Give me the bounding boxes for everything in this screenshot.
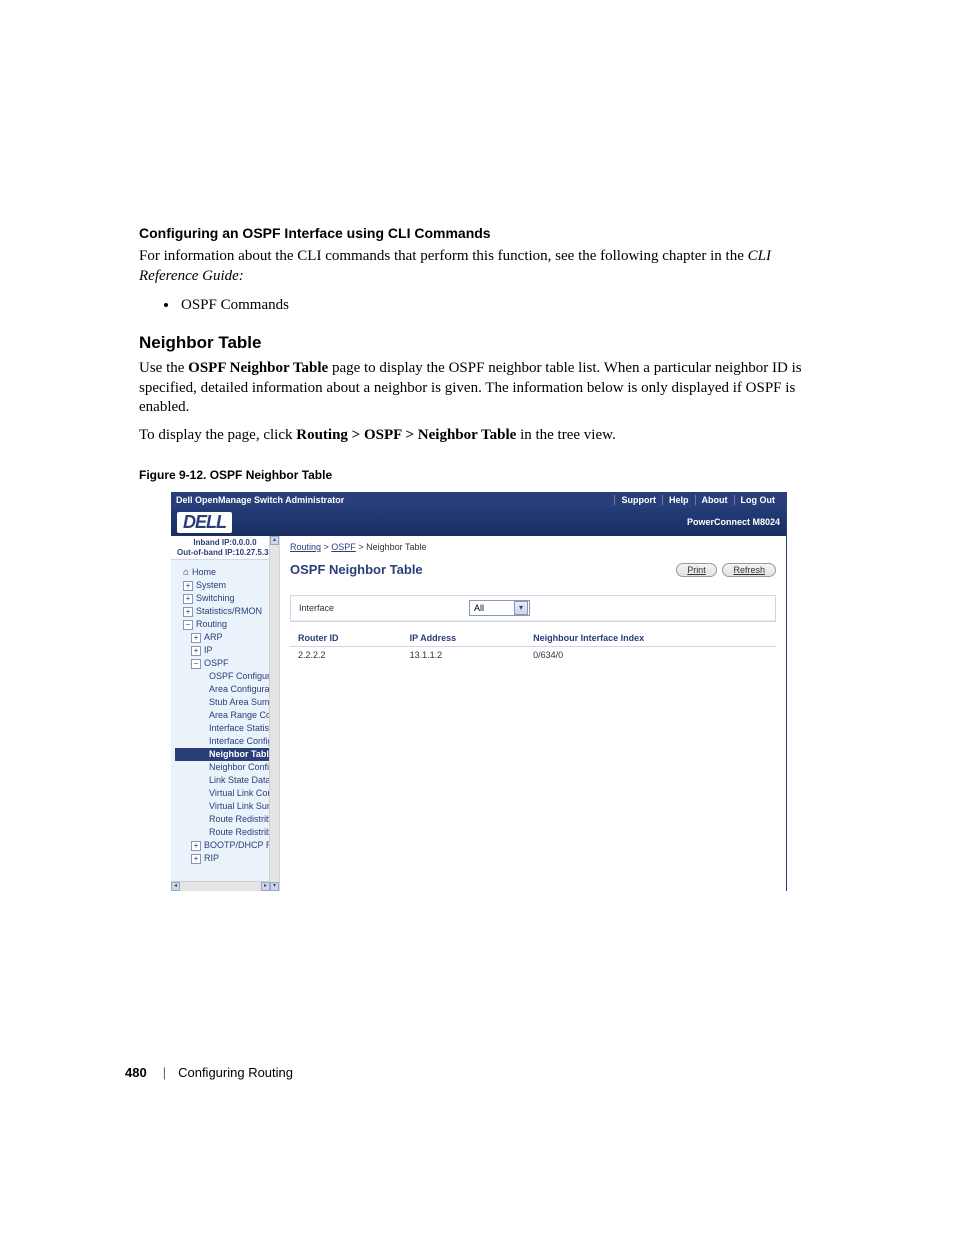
term: OSPF Neighbor Table bbox=[188, 360, 328, 376]
crumb-current: Neighbor Table bbox=[366, 542, 426, 552]
col-neighbor-if-index: Neighbour Interface Index bbox=[525, 630, 776, 647]
page-title: OSPF Neighbor Table bbox=[290, 562, 423, 577]
tree-system[interactable]: +System bbox=[175, 579, 279, 592]
tree-routing[interactable]: −Routing bbox=[175, 618, 279, 631]
scroll-up-icon[interactable]: ▴ bbox=[270, 536, 279, 545]
footer-separator: | bbox=[163, 1065, 166, 1080]
col-router-id: Router ID bbox=[290, 630, 402, 647]
tree-area-range[interactable]: Area Range Confi bbox=[175, 709, 279, 722]
sidebar: Inband IP:0.0.0.0 Out-of-band IP:10.27.5… bbox=[171, 536, 280, 891]
cell-neighbor-if-index: 0/634/0 bbox=[525, 647, 776, 664]
figure-caption: Figure 9-12. OSPF Neighbor Table bbox=[139, 468, 815, 482]
help-link[interactable]: Help bbox=[662, 495, 695, 505]
tree-lsdb[interactable]: Link State Databa bbox=[175, 774, 279, 787]
page-number: 480 bbox=[125, 1065, 147, 1080]
tree-home[interactable]: Home bbox=[175, 566, 279, 579]
nav-path: Routing > OSPF > Neighbor Table bbox=[296, 427, 516, 443]
dell-logo: DELL bbox=[177, 512, 232, 533]
tree-stub-area[interactable]: Stub Area Summa bbox=[175, 696, 279, 709]
text: Use the bbox=[139, 360, 188, 376]
paragraph: For information about the CLI commands t… bbox=[139, 247, 815, 287]
crumb-sep: > bbox=[356, 542, 366, 552]
scroll-down-icon[interactable]: ▾ bbox=[270, 882, 279, 891]
expand-icon[interactable]: + bbox=[191, 841, 201, 851]
tree-bootp[interactable]: +BOOTP/DHCP Relay bbox=[175, 839, 279, 852]
print-button[interactable]: Print bbox=[676, 563, 717, 577]
window-titlebar: Dell OpenManage Switch Administrator Sup… bbox=[171, 492, 786, 508]
oob-ip: Out-of-band IP:10.27.5.31 bbox=[171, 548, 279, 558]
section-heading: Configuring an OSPF Interface using CLI … bbox=[139, 225, 815, 241]
table-row: 2.2.2.2 13.1.1.2 0/634/0 bbox=[290, 647, 776, 664]
tree-if-stats[interactable]: Interface Statistics bbox=[175, 722, 279, 735]
col-ip-address: IP Address bbox=[402, 630, 526, 647]
scroll-right-icon[interactable]: ▸ bbox=[261, 882, 270, 891]
tree-ospf-config[interactable]: OSPF Configuratio bbox=[175, 670, 279, 683]
chapter-name: Configuring Routing bbox=[178, 1065, 293, 1080]
collapse-icon[interactable]: − bbox=[191, 659, 201, 669]
expand-icon[interactable]: + bbox=[183, 607, 193, 617]
filter-panel: Interface All bbox=[290, 595, 776, 622]
scroll-left-icon[interactable]: ◂ bbox=[171, 882, 180, 891]
inband-ip: Inband IP:0.0.0.0 bbox=[171, 538, 279, 548]
tree-ip[interactable]: +IP bbox=[175, 644, 279, 657]
support-link[interactable]: Support bbox=[614, 495, 662, 505]
tree-vlink-summ[interactable]: Virtual Link Summ bbox=[175, 800, 279, 813]
neighbor-table: Router ID IP Address Neighbour Interface… bbox=[290, 630, 776, 663]
interface-label: Interface bbox=[299, 603, 469, 613]
tree-if-config[interactable]: Interface Configura bbox=[175, 735, 279, 748]
tree-route-redis1[interactable]: Route Redistributio bbox=[175, 813, 279, 826]
brand-bar: DELL PowerConnect M8024 bbox=[171, 508, 786, 536]
expand-icon[interactable]: + bbox=[191, 854, 201, 864]
cell-router-id: 2.2.2.2 bbox=[290, 647, 402, 664]
list-item: OSPF Commands bbox=[179, 295, 815, 315]
tree-switching[interactable]: +Switching bbox=[175, 592, 279, 605]
expand-icon[interactable]: + bbox=[191, 646, 201, 656]
subsection-heading: Neighbor Table bbox=[139, 333, 815, 353]
tree-stats[interactable]: +Statistics/RMON bbox=[175, 605, 279, 618]
crumb-ospf[interactable]: OSPF bbox=[331, 542, 356, 552]
device-model: PowerConnect M8024 bbox=[687, 517, 780, 527]
bullet-list: OSPF Commands bbox=[139, 295, 815, 315]
main-panel: Routing > OSPF > Neighbor Table OSPF Nei… bbox=[280, 536, 786, 891]
collapse-icon[interactable]: − bbox=[183, 620, 193, 630]
tree-ospf[interactable]: −OSPF bbox=[175, 657, 279, 670]
text: For information about the CLI commands t… bbox=[139, 248, 748, 264]
tree-area-config[interactable]: Area Configuration bbox=[175, 683, 279, 696]
paragraph: Use the OSPF Neighbor Table page to disp… bbox=[139, 359, 815, 418]
refresh-button[interactable]: Refresh bbox=[722, 563, 776, 577]
table-header-row: Router ID IP Address Neighbour Interface… bbox=[290, 630, 776, 647]
expand-icon[interactable]: + bbox=[183, 581, 193, 591]
expand-icon[interactable]: + bbox=[183, 594, 193, 604]
tree-neighbor-config[interactable]: Neighbor Configura bbox=[175, 761, 279, 774]
tree-arp[interactable]: +ARP bbox=[175, 631, 279, 644]
tree-route-redis2[interactable]: Route Redistributio bbox=[175, 826, 279, 839]
vertical-scrollbar[interactable]: ▴ ▾ bbox=[269, 536, 279, 891]
tree-rip[interactable]: +RIP bbox=[175, 852, 279, 865]
text: in the tree view. bbox=[516, 427, 615, 443]
screenshot: Dell OpenManage Switch Administrator Sup… bbox=[171, 492, 787, 891]
app-title: Dell OpenManage Switch Administrator bbox=[176, 495, 344, 505]
about-link[interactable]: About bbox=[695, 495, 734, 505]
horizontal-scrollbar[interactable]: ◂ ▸ bbox=[171, 881, 270, 891]
breadcrumb: Routing > OSPF > Neighbor Table bbox=[290, 542, 776, 552]
interface-select[interactable]: All bbox=[469, 600, 530, 616]
paragraph: To display the page, click Routing > OSP… bbox=[139, 426, 815, 446]
ip-info: Inband IP:0.0.0.0 Out-of-band IP:10.27.5… bbox=[171, 536, 279, 560]
page-footer: 480 | Configuring Routing bbox=[125, 1065, 293, 1080]
tree-vlink-config[interactable]: Virtual Link Config bbox=[175, 787, 279, 800]
text: To display the page, click bbox=[139, 427, 296, 443]
cell-ip-address: 13.1.1.2 bbox=[402, 647, 526, 664]
nav-tree: Home +System +Switching +Statistics/RMON… bbox=[171, 560, 279, 877]
expand-icon[interactable]: + bbox=[191, 633, 201, 643]
crumb-routing[interactable]: Routing bbox=[290, 542, 321, 552]
tree-neighbor-table[interactable]: Neighbor Table bbox=[175, 748, 279, 761]
logout-link[interactable]: Log Out bbox=[734, 495, 782, 505]
crumb-sep: > bbox=[321, 542, 331, 552]
